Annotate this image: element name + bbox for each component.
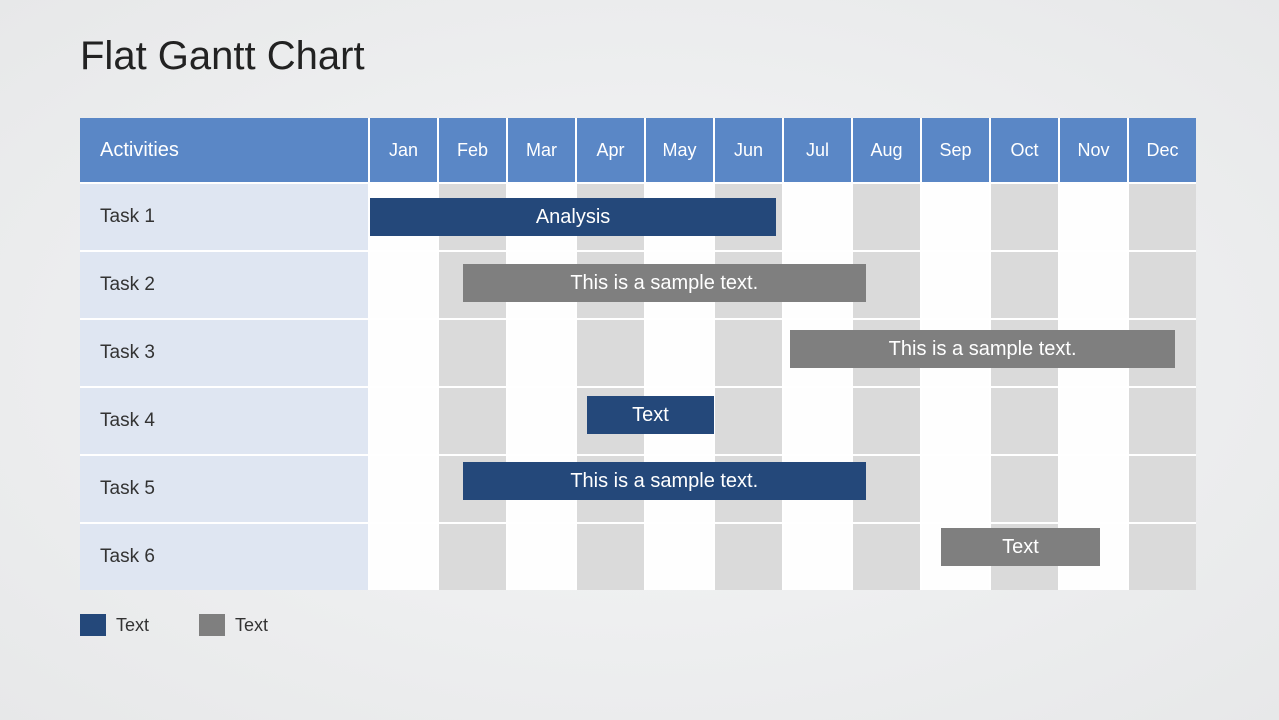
grid-cell	[784, 388, 853, 454]
chart-body: Task 1Task 2Task 3Task 4Task 5Task 6 Anal…	[80, 182, 1196, 590]
task-label: Task 1	[80, 184, 370, 250]
legend-item: Text	[80, 614, 149, 636]
legend: Text Text	[80, 614, 268, 636]
header-month: Sep	[922, 118, 991, 182]
grid-cell	[991, 456, 1060, 522]
grid-cell	[784, 184, 853, 250]
grid-cell	[370, 320, 439, 386]
task-label: Task 5	[80, 456, 370, 522]
grid-cell	[715, 524, 784, 590]
grid-cell	[439, 388, 508, 454]
grid-cell	[1129, 252, 1196, 318]
header-month: Jan	[370, 118, 439, 182]
task-label: Task 3	[80, 320, 370, 386]
grid-cell	[922, 252, 991, 318]
grid-cell	[577, 320, 646, 386]
grid-cell	[1129, 388, 1196, 454]
grid-cell	[1060, 184, 1129, 250]
grid-cell	[370, 524, 439, 590]
grid-cell	[853, 388, 922, 454]
grid-cell	[991, 252, 1060, 318]
grid-cell	[1060, 456, 1129, 522]
gantt-bar[interactable]: Text	[587, 396, 714, 434]
grid-cell	[853, 184, 922, 250]
header-month: Jul	[784, 118, 853, 182]
legend-swatch	[80, 614, 106, 636]
grid-cell	[508, 524, 577, 590]
grid-cell	[646, 524, 715, 590]
gantt-bar[interactable]: This is a sample text.	[463, 462, 866, 500]
task-label: Task 6	[80, 524, 370, 590]
grid-cell	[439, 524, 508, 590]
header-month: May	[646, 118, 715, 182]
legend-swatch	[199, 614, 225, 636]
header-month: Oct	[991, 118, 1060, 182]
grid-cell	[508, 388, 577, 454]
grid-cell	[853, 524, 922, 590]
grid-cell	[922, 456, 991, 522]
grid-cell	[646, 320, 715, 386]
grid-cell	[1060, 252, 1129, 318]
legend-item: Text	[199, 614, 268, 636]
chart-title: Flat Gantt Chart	[80, 34, 365, 79]
task-label: Task 2	[80, 252, 370, 318]
header-month: Aug	[853, 118, 922, 182]
grid-cell	[784, 524, 853, 590]
legend-label: Text	[116, 615, 149, 636]
header-month: Mar	[508, 118, 577, 182]
legend-label: Text	[235, 615, 268, 636]
grid-cell	[370, 456, 439, 522]
gantt-bar[interactable]: This is a sample text.	[790, 330, 1175, 368]
grid-cell	[991, 388, 1060, 454]
grid-cell	[508, 320, 577, 386]
grid-cell	[922, 184, 991, 250]
header-month: Nov	[1060, 118, 1129, 182]
grid-cell	[1129, 524, 1196, 590]
gantt-bar[interactable]: Text	[941, 528, 1099, 566]
header-row: Activities Jan Feb Mar Apr May Jun Jul A…	[80, 118, 1196, 182]
header-activities: Activities	[80, 118, 370, 182]
grid-cell	[439, 320, 508, 386]
header-month: Feb	[439, 118, 508, 182]
gantt-bar[interactable]: Analysis	[370, 198, 776, 236]
grid-cell	[715, 388, 784, 454]
grid-cell	[370, 388, 439, 454]
gantt-chart: Activities Jan Feb Mar Apr May Jun Jul A…	[80, 118, 1196, 590]
grid-cell	[1129, 184, 1196, 250]
grid-cell	[577, 524, 646, 590]
grid-cell	[1060, 388, 1129, 454]
task-label: Task 4	[80, 388, 370, 454]
grid-cell	[1129, 456, 1196, 522]
gantt-bar[interactable]: This is a sample text.	[463, 264, 866, 302]
header-month: Dec	[1129, 118, 1196, 182]
grid-cell	[715, 320, 784, 386]
header-month: Apr	[577, 118, 646, 182]
grid-cell	[991, 184, 1060, 250]
header-month: Jun	[715, 118, 784, 182]
grid-cell	[922, 388, 991, 454]
grid-cell	[370, 252, 439, 318]
